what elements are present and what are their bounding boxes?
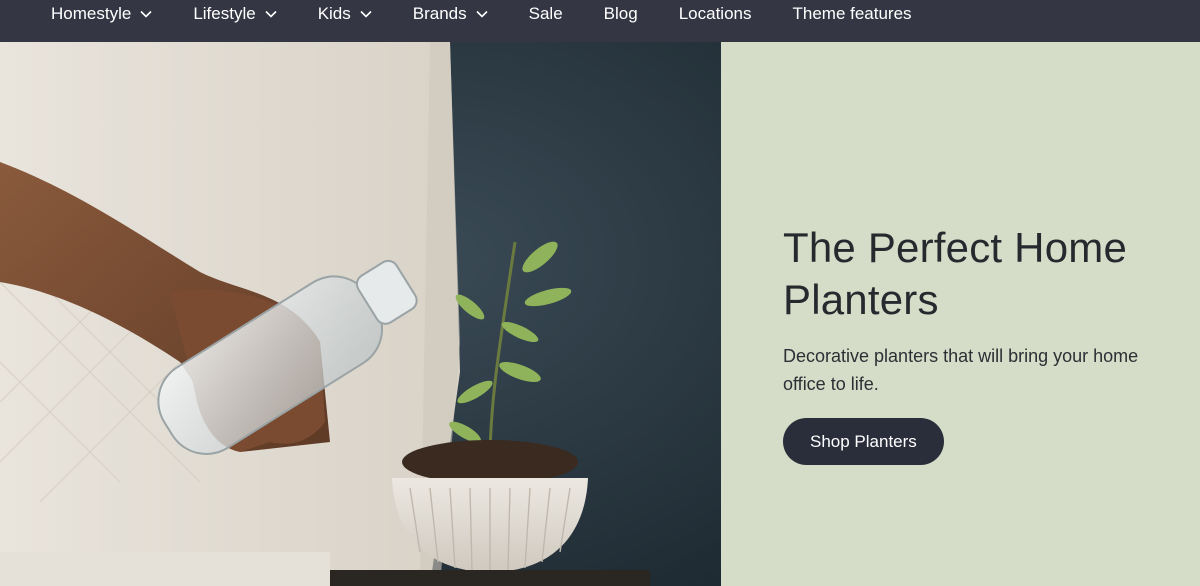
shop-planters-button[interactable]: Shop Planters [783,418,944,465]
chevron-down-icon [140,10,152,18]
main-navigation: Homestyle Lifestyle Kids Brands Sale Blo… [0,0,1200,42]
nav-item-brands[interactable]: Brands [413,0,488,42]
nav-item-label: Kids [317,4,351,23]
nav-item-label: Homestyle [51,4,132,23]
nav-item-label: Blog [603,4,638,23]
nav-item-homestyle[interactable]: Homestyle [51,0,152,42]
nav-item-kids[interactable]: Kids [318,0,372,42]
chevron-down-icon [476,10,488,18]
nav-item-locations[interactable]: Locations [679,0,752,42]
nav-item-label: Lifestyle [193,4,256,23]
nav-item-label: Locations [678,4,752,23]
nav-item-lifestyle[interactable]: Lifestyle [193,0,277,42]
nav-item-blog[interactable]: Blog [604,0,638,42]
hero-description: Decorative planters that will bring your… [783,346,1139,394]
nav-item-label: Theme features [792,4,912,23]
hero-photo-illustration [0,42,721,586]
nav-item-label: Brands [412,4,467,23]
hero-title: The Perfect Home Planters [783,224,1127,323]
hero-panel: The Perfect Home Planters Decorative pla… [721,42,1200,586]
nav-item-sale[interactable]: Sale [529,0,563,42]
nav-item-theme-features[interactable]: Theme features [792,0,911,42]
chevron-down-icon [360,10,372,18]
chevron-down-icon [265,10,277,18]
nav-item-label: Sale [528,4,563,23]
hero-image [0,42,721,586]
